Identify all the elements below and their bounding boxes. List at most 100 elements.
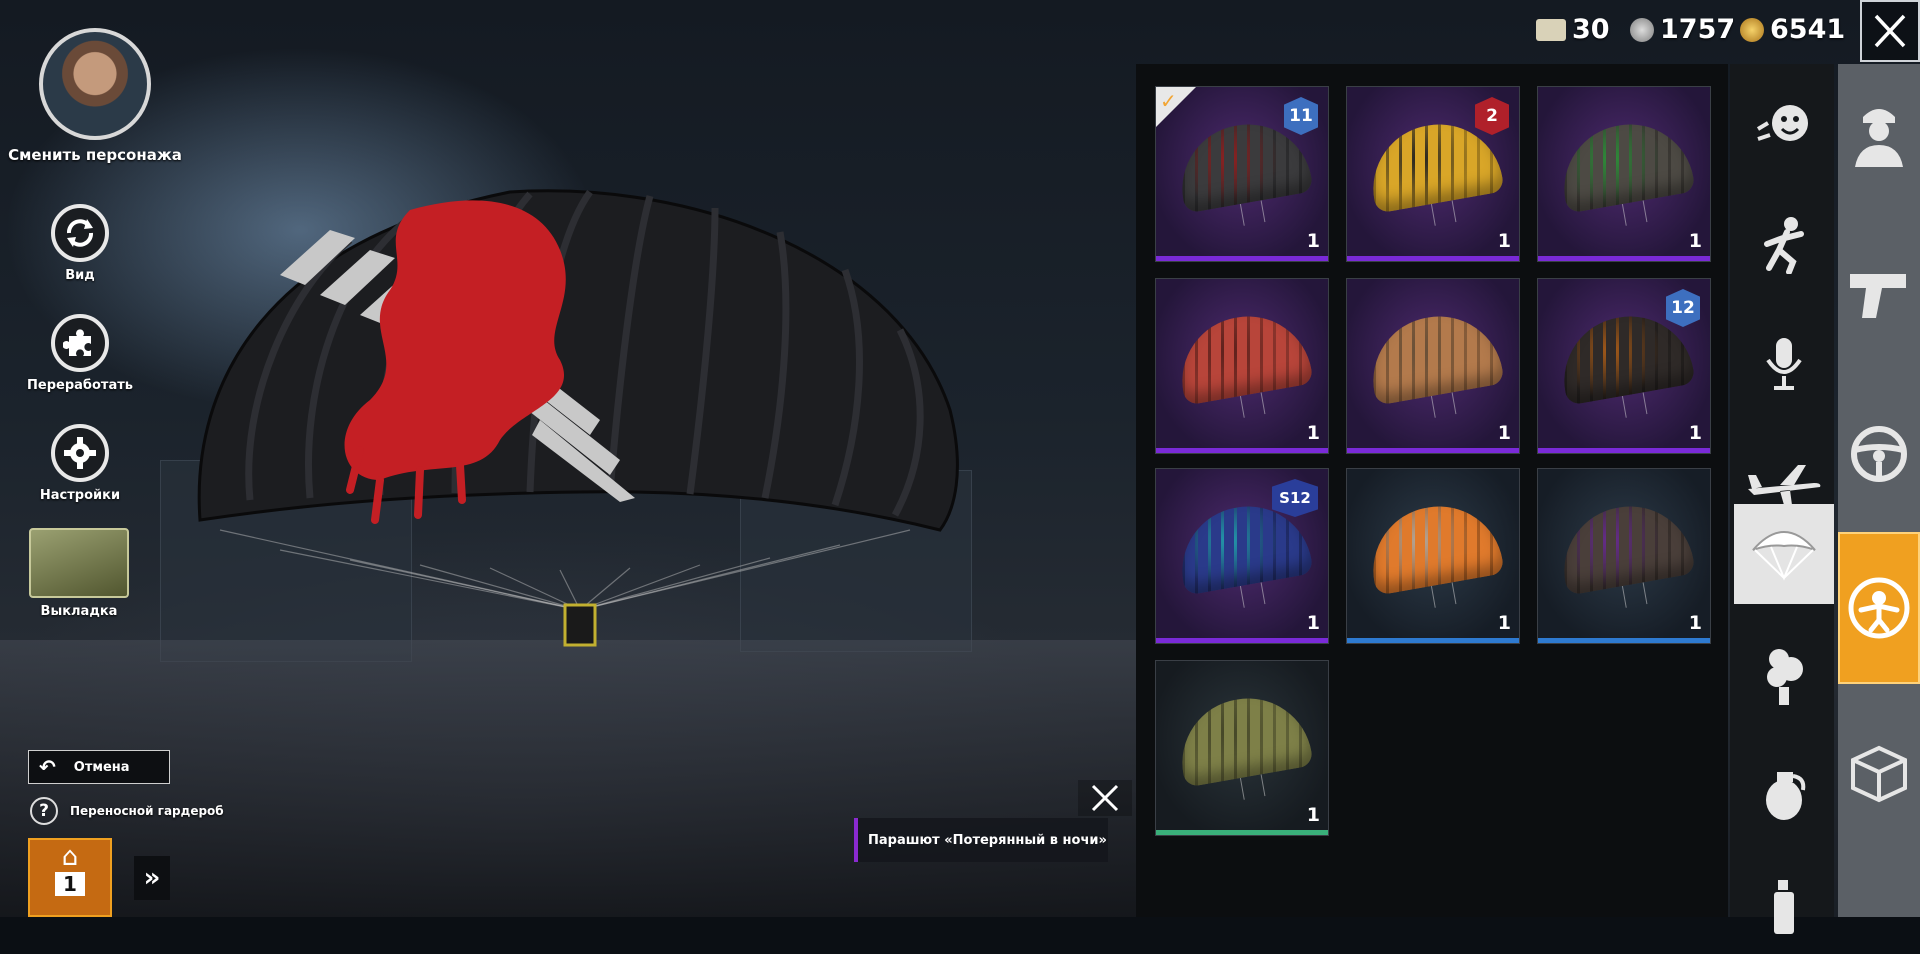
cancel-label: Отмена bbox=[73, 759, 130, 775]
wardrobe-slot[interactable]: ⌂ 1 bbox=[28, 838, 112, 917]
item-quantity: 1 bbox=[1497, 230, 1511, 252]
smoke-icon bbox=[1767, 649, 1803, 705]
close-button[interactable] bbox=[1860, 0, 1920, 62]
grenade-icon bbox=[1766, 772, 1806, 820]
inventory-item-card[interactable]: 1 bbox=[1537, 86, 1711, 262]
tab-parachutes[interactable] bbox=[1734, 504, 1834, 604]
category-sidebar bbox=[1838, 64, 1920, 917]
inventory-item-card[interactable]: 11 ✓ 1 bbox=[1155, 86, 1329, 262]
box-icon bbox=[1851, 745, 1907, 803]
inventory-item-card[interactable]: 1 bbox=[1537, 468, 1711, 644]
settings-button[interactable]: Настройки bbox=[38, 424, 122, 503]
rarity-bar bbox=[1156, 638, 1328, 643]
category-skydiving[interactable] bbox=[1838, 532, 1920, 684]
inventory-item-card[interactable]: S12 1 bbox=[1155, 468, 1329, 644]
inventory-item-card[interactable]: 12 1 bbox=[1537, 278, 1711, 454]
parachute-thumbnail bbox=[1363, 496, 1505, 596]
category-character[interactable] bbox=[1838, 84, 1920, 184]
item-name-tooltip: Парашют «Потерянный в ночи» bbox=[854, 818, 1108, 862]
coupon-value: 30 bbox=[1572, 14, 1610, 45]
silver-counter: 1757 bbox=[1630, 14, 1735, 45]
help-icon[interactable]: ? bbox=[30, 797, 58, 825]
tab-smoke[interactable] bbox=[1734, 624, 1834, 724]
emote-icon bbox=[1756, 105, 1808, 141]
undo-icon: ↶ bbox=[39, 755, 56, 779]
tab-grenades[interactable] bbox=[1734, 744, 1834, 844]
tab-emotes[interactable] bbox=[1734, 74, 1834, 174]
season-badge: 2 bbox=[1475, 97, 1509, 135]
coupon-icon bbox=[1536, 18, 1566, 41]
inventory-item-card[interactable]: 1 bbox=[1346, 278, 1520, 454]
rarity-bar bbox=[1156, 448, 1328, 453]
steering-wheel-icon bbox=[1851, 426, 1907, 482]
tab-spray[interactable] bbox=[1734, 854, 1834, 954]
rarity-bar bbox=[1156, 830, 1328, 835]
rarity-bar bbox=[1538, 256, 1710, 261]
silver-value: 1757 bbox=[1660, 14, 1736, 45]
voice-icon bbox=[1766, 338, 1802, 390]
inventory-item-card[interactable]: 21 bbox=[1346, 86, 1520, 262]
category-crates[interactable] bbox=[1838, 724, 1920, 824]
gold-counter: 6541 bbox=[1740, 14, 1845, 45]
rarity-bar bbox=[1347, 448, 1519, 453]
portable-wardrobe-label: Переносной гардероб bbox=[70, 804, 224, 818]
character-avatar bbox=[39, 28, 151, 140]
parachute-thumbnail bbox=[1172, 306, 1314, 406]
pistol-icon bbox=[1850, 274, 1906, 318]
rarity-bar bbox=[1347, 256, 1519, 261]
expand-icon[interactable]: » bbox=[134, 856, 170, 900]
view-button[interactable]: Вид bbox=[45, 204, 115, 283]
wardrobe-slot-count: 1 bbox=[55, 872, 85, 896]
loadout-button[interactable]: Выкладка bbox=[24, 528, 134, 619]
cancel-button[interactable]: ↶ Отмена bbox=[28, 750, 170, 784]
item-quantity: 1 bbox=[1497, 422, 1511, 444]
crate-icon bbox=[29, 528, 129, 598]
season-badge: S12 bbox=[1272, 479, 1318, 517]
category-vehicles[interactable] bbox=[1838, 404, 1920, 504]
change-character-label: Сменить персонажа bbox=[8, 146, 182, 164]
coupon-counter: 30 bbox=[1536, 14, 1610, 45]
view-label: Вид bbox=[65, 268, 95, 283]
gear-icon bbox=[51, 424, 109, 482]
skydiver-icon bbox=[1848, 577, 1910, 639]
parachute-thumbnail bbox=[1172, 688, 1314, 788]
parachute-preview[interactable] bbox=[180, 180, 980, 700]
item-quantity: 1 bbox=[1306, 422, 1320, 444]
silver-coin-icon bbox=[1630, 17, 1654, 42]
inventory-item-card[interactable]: 1 bbox=[1346, 468, 1520, 644]
tab-poses[interactable] bbox=[1734, 194, 1834, 294]
tooltip-close-button[interactable] bbox=[1078, 780, 1132, 816]
item-quantity: 1 bbox=[1306, 612, 1320, 634]
item-quantity: 1 bbox=[1306, 230, 1320, 252]
tab-voice[interactable] bbox=[1734, 314, 1834, 414]
season-badge: 11 bbox=[1284, 97, 1318, 135]
pose-icon bbox=[1764, 217, 1804, 274]
spray-icon bbox=[1774, 880, 1794, 934]
hanger-icon: ⌂ bbox=[61, 842, 79, 872]
rarity-bar bbox=[1347, 638, 1519, 643]
puzzle-icon bbox=[51, 314, 109, 372]
category-weapons[interactable] bbox=[1838, 244, 1920, 344]
portable-wardrobe-row: ? Переносной гардероб bbox=[30, 797, 224, 825]
item-quantity: 1 bbox=[1497, 612, 1511, 634]
settings-label: Настройки bbox=[39, 488, 121, 503]
season-badge: 12 bbox=[1666, 289, 1700, 327]
subcategory-tabs bbox=[1730, 64, 1834, 934]
rotate-icon bbox=[51, 204, 109, 262]
rarity-bar bbox=[1538, 638, 1710, 643]
item-quantity: 1 bbox=[1306, 804, 1320, 826]
close-icon bbox=[1874, 14, 1906, 48]
recycle-button[interactable]: Переработать bbox=[27, 314, 133, 393]
recycle-label: Переработать bbox=[27, 378, 133, 393]
item-quantity: 1 bbox=[1688, 230, 1702, 252]
item-name: Парашют «Потерянный в ночи» bbox=[868, 832, 1107, 848]
parachute-thumbnail bbox=[1363, 306, 1505, 406]
inventory-item-card[interactable]: 1 bbox=[1155, 660, 1329, 836]
inventory-item-card[interactable]: 1 bbox=[1155, 278, 1329, 454]
gold-value: 6541 bbox=[1770, 14, 1846, 45]
parachute-thumbnail bbox=[1554, 496, 1696, 596]
loadout-label: Выкладка bbox=[40, 604, 118, 619]
rarity-bar bbox=[1538, 448, 1710, 453]
change-character-button[interactable]: Сменить персонажа bbox=[8, 28, 182, 164]
item-quantity: 1 bbox=[1688, 612, 1702, 634]
